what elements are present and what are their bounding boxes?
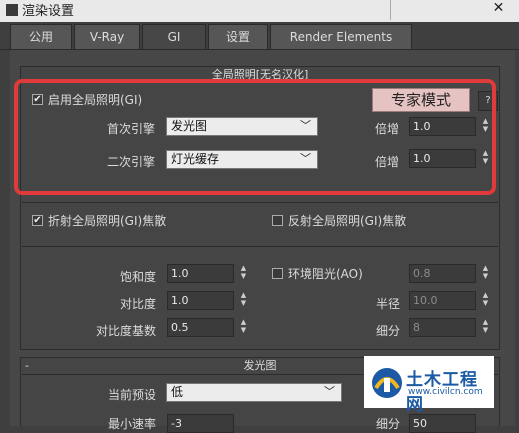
contrast-base-field[interactable]: 0.5	[167, 318, 234, 337]
ao-subdivs-label: 细分	[376, 324, 401, 338]
tab-render-elements[interactable]: Render Elements	[270, 24, 412, 49]
title-divider	[390, 0, 391, 20]
saturation-label: 饱和度	[120, 270, 157, 284]
ao-radius-spinner[interactable]: ▲ ▼	[481, 291, 490, 310]
contrast-base-label: 对比度基数	[96, 324, 157, 338]
refractive-caustics-label: 折射全局照明(GI)焦散	[48, 214, 167, 228]
contrast-spinner[interactable]: ▲ ▼	[239, 291, 248, 310]
title-bar: 渲染设置 ✕	[0, 0, 519, 22]
tab-vray[interactable]: V-Ray	[74, 24, 140, 49]
ao-radius-field[interactable]: 10.0	[409, 291, 476, 310]
close-button[interactable]: ✕	[478, 0, 519, 18]
tab-settings[interactable]: 设置	[208, 24, 268, 49]
refractive-caustics-checkbox[interactable]: ✔	[32, 215, 43, 226]
highlight-box	[14, 79, 496, 195]
contrast-field[interactable]: 1.0	[167, 291, 234, 310]
irradiance-rollout-title: 发光图	[243, 359, 277, 372]
ao-amount-field[interactable]: 0.8	[409, 264, 476, 283]
saturation-spinner[interactable]: ▲ ▼	[239, 264, 248, 283]
watermark-logo: 土木工程网 www.civilcn.com	[364, 356, 494, 415]
min-rate-field[interactable]: -3	[167, 414, 234, 433]
reflective-caustics-checkbox[interactable]	[272, 215, 283, 226]
min-rate-label: 最小速率	[108, 417, 157, 431]
reflective-caustics-label: 反射全局照明(GI)焦散	[288, 214, 407, 228]
ao-subdivs-spinner[interactable]: ▲ ▼	[481, 318, 490, 337]
preset-value: 低	[171, 385, 184, 399]
ao-radius-label: 半径	[376, 297, 401, 311]
collapse-icon[interactable]: -	[25, 358, 29, 374]
logo-mark-icon	[372, 368, 402, 398]
ao-label: 环境阻光(AO)	[288, 267, 363, 281]
irradiance-subdivs-label: 细分	[376, 417, 401, 431]
app-icon	[6, 4, 18, 16]
divider	[22, 202, 498, 203]
ao-checkbox[interactable]	[272, 268, 283, 279]
ao-subdivs-field[interactable]: 8	[409, 318, 476, 337]
saturation-field[interactable]: 1.0	[167, 264, 234, 283]
chevron-down-icon: ﹀	[324, 385, 335, 398]
contrast-base-spinner[interactable]: ▲ ▼	[239, 318, 248, 337]
watermark-url: www.civilcn.com	[408, 387, 483, 397]
preset-dropdown[interactable]: 低 ﹀	[166, 383, 342, 402]
irradiance-subdivs-field[interactable]: 50	[409, 414, 476, 433]
contrast-label: 对比度	[120, 297, 157, 311]
ao-amount-spinner[interactable]: ▲ ▼	[481, 264, 490, 283]
window-title: 渲染设置	[22, 4, 75, 19]
tab-common[interactable]: 公用	[10, 24, 72, 49]
divider	[22, 246, 498, 247]
tab-gi[interactable]: GI	[142, 24, 206, 51]
preset-label: 当前预设	[108, 388, 157, 402]
